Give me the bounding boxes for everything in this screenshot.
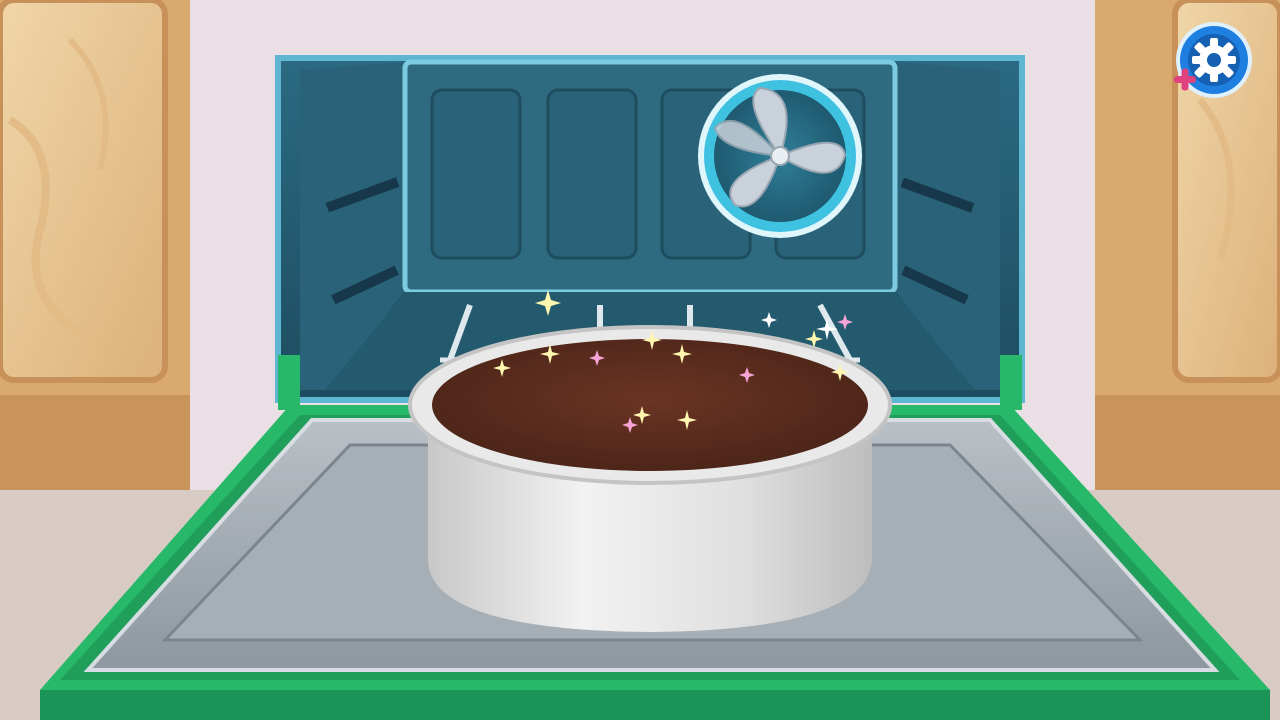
- cake-pan: [408, 325, 892, 632]
- oven-scene: [0, 0, 1280, 720]
- left-cabinet: [0, 0, 190, 490]
- chocolate-cake: [432, 339, 868, 471]
- game-stage: [0, 0, 1280, 720]
- settings-button[interactable]: [1168, 20, 1254, 106]
- oven-fan-icon: [698, 74, 862, 238]
